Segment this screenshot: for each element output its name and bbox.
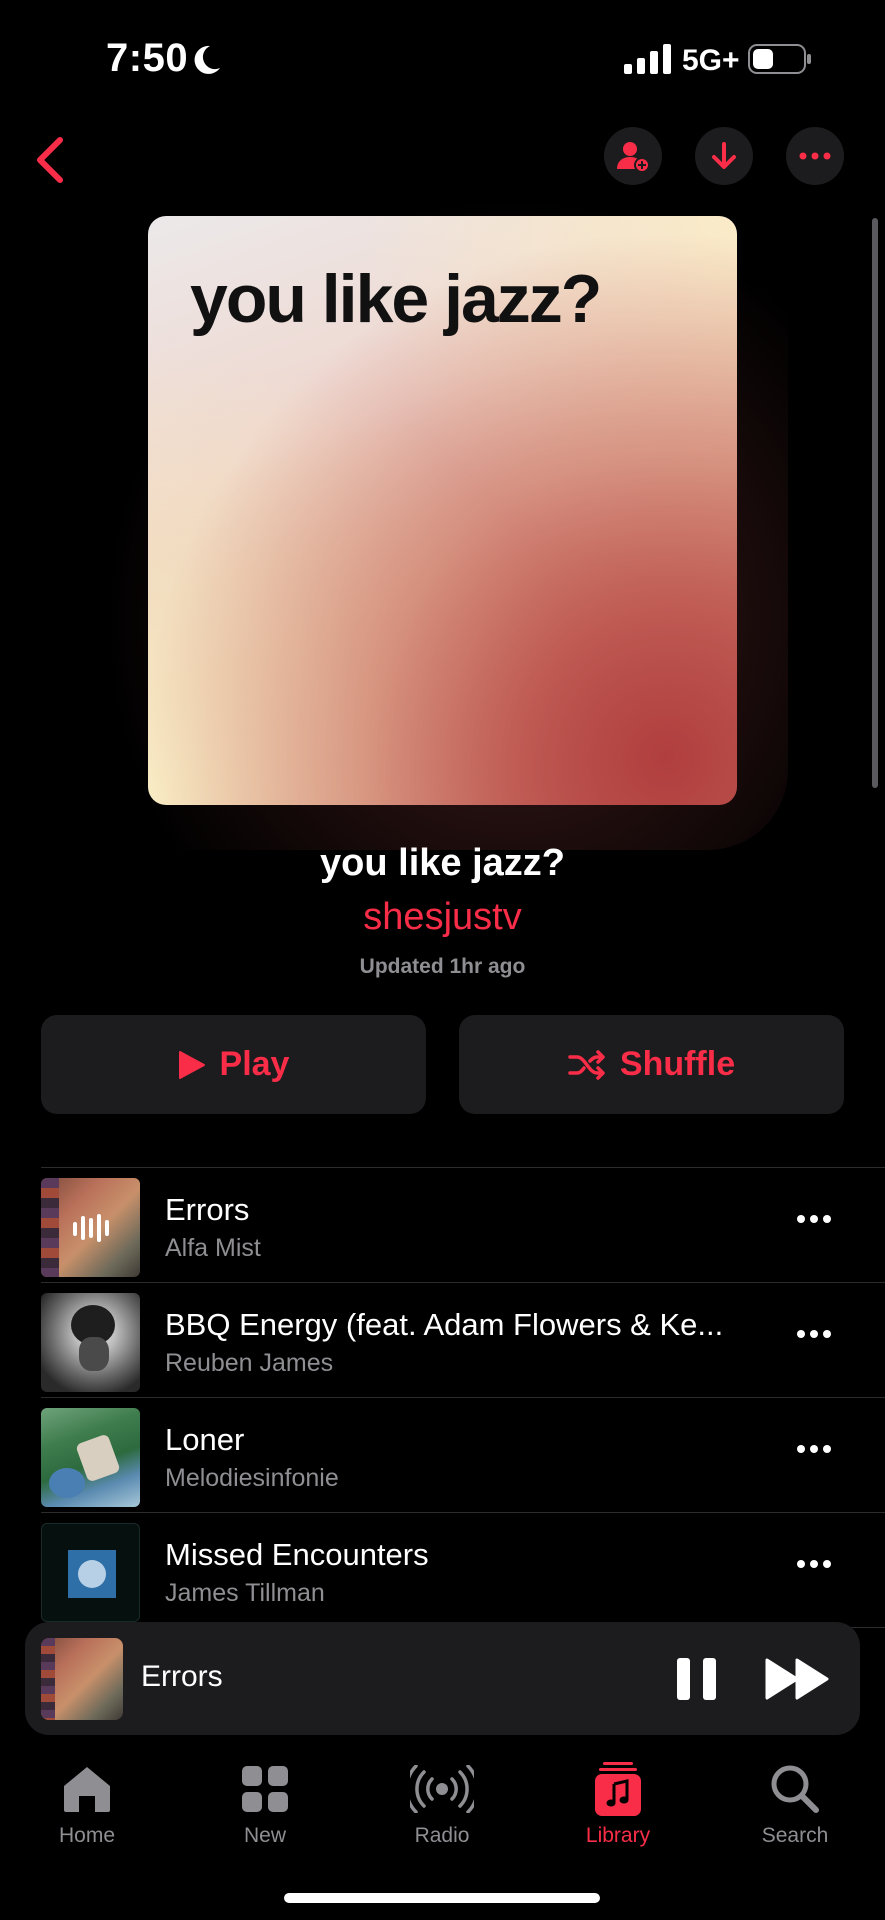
mini-player-artwork (41, 1638, 123, 1720)
playlist-artwork: you like jazz? (148, 216, 737, 805)
track-artwork (41, 1408, 140, 1507)
track-row[interactable]: Errors Alfa Mist (0, 1168, 885, 1283)
tab-library[interactable]: Library (553, 1760, 683, 1848)
tab-label: Search (761, 1824, 829, 1847)
track-artist: Alfa Mist (165, 1234, 261, 1262)
track-row[interactable]: BBQ Energy (feat. Adam Flowers & Ke... R… (0, 1283, 885, 1398)
tab-label: Radio (414, 1824, 470, 1847)
signal-icon (624, 44, 671, 74)
radio-waves-icon (410, 1765, 474, 1813)
more-options-button[interactable] (786, 127, 844, 185)
shuffle-icon (568, 1049, 605, 1080)
tab-new[interactable]: New (200, 1760, 330, 1848)
scrollbar[interactable] (872, 218, 878, 788)
battery-icon (748, 44, 811, 74)
track-artist: Melodiesinfonie (165, 1464, 339, 1492)
play-button[interactable]: Play (41, 1015, 426, 1114)
playlist-owner[interactable]: shesjustv (0, 896, 885, 939)
play-icon (178, 1050, 205, 1079)
back-chevron-icon[interactable] (20, 130, 80, 190)
mini-player[interactable]: Errors (25, 1622, 860, 1735)
fast-forward-icon[interactable] (765, 1656, 831, 1702)
track-artwork (41, 1293, 140, 1392)
now-playing-bars-icon (73, 1214, 109, 1242)
tab-home[interactable]: Home (22, 1760, 152, 1848)
pause-icon[interactable] (673, 1656, 723, 1702)
add-collaborator-button[interactable] (604, 127, 662, 185)
playlist-updated: Updated 1hr ago (359, 955, 526, 978)
mini-player-title: Errors (141, 1660, 223, 1693)
status-time: 7:50 (106, 36, 189, 80)
track-title: Loner (165, 1422, 245, 1457)
music-library-icon (595, 1762, 641, 1816)
magnifier-icon (771, 1765, 819, 1813)
person-add-icon (617, 142, 650, 173)
playlist-title: you like jazz? (320, 842, 565, 884)
download-button[interactable] (695, 127, 753, 185)
track-artist: James Tillman (165, 1579, 325, 1607)
track-more-icon[interactable] (796, 1558, 832, 1570)
track-title: BBQ Energy (feat. Adam Flowers & Ke... (165, 1307, 724, 1342)
artwork-title: you like jazz? (190, 261, 602, 337)
shuffle-label: Shuffle (619, 1045, 736, 1083)
tab-label: Home (58, 1824, 116, 1847)
track-artwork (41, 1178, 140, 1277)
play-label: Play (219, 1045, 290, 1083)
tab-search[interactable]: Search (730, 1760, 860, 1848)
track-artwork (41, 1523, 140, 1622)
track-more-icon[interactable] (796, 1443, 832, 1455)
status-bar: 7:50 5G+ (0, 0, 885, 110)
track-title: Missed Encounters (165, 1537, 429, 1572)
track-row[interactable]: Missed Encounters James Tillman (0, 1513, 885, 1628)
track-more-icon[interactable] (796, 1213, 832, 1225)
house-icon (64, 1767, 110, 1812)
track-title: Errors (165, 1192, 250, 1227)
download-arrow-icon (712, 142, 736, 169)
moon-icon (194, 45, 220, 74)
grid-icon (242, 1766, 288, 1812)
network-label: 5G+ (682, 44, 740, 77)
shuffle-button[interactable]: Shuffle (459, 1015, 844, 1114)
track-row[interactable]: Loner Melodiesinfonie (0, 1398, 885, 1513)
ellipsis-icon (799, 152, 831, 160)
home-indicator[interactable] (284, 1893, 600, 1903)
track-more-icon[interactable] (796, 1328, 832, 1340)
tab-label: Library (585, 1824, 651, 1847)
tab-label: New (243, 1824, 286, 1847)
tab-radio[interactable]: Radio (377, 1760, 507, 1848)
track-artist: Reuben James (165, 1349, 334, 1377)
